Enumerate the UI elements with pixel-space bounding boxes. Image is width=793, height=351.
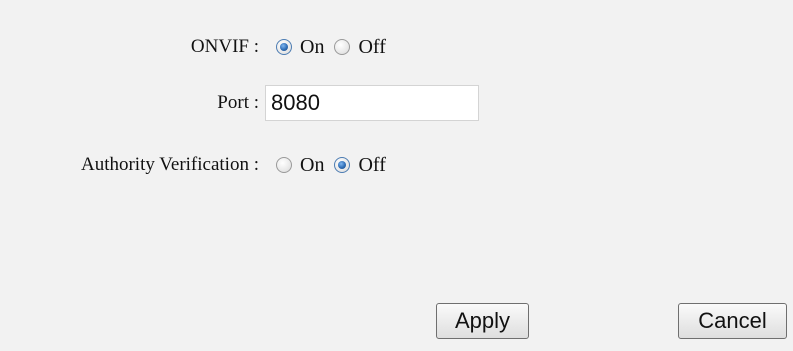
- authority-off-label[interactable]: Off: [358, 154, 385, 177]
- authority-off-radio[interactable]: [334, 157, 351, 173]
- authority-verification-options: On Off: [276, 154, 396, 177]
- radio-selected-dot-icon: [338, 161, 347, 169]
- authority-verification-row: Authority Verification : On Off: [0, 147, 386, 183]
- port-label: Port :: [217, 92, 259, 113]
- cancel-button[interactable]: Cancel: [678, 303, 787, 339]
- port-input[interactable]: 8080: [265, 85, 479, 121]
- onvif-label: ONVIF :: [190, 36, 259, 57]
- radio-selected-dot-icon: [280, 43, 288, 51]
- authority-on-label[interactable]: On: [300, 154, 324, 177]
- port-row: Port : 8080: [0, 85, 479, 121]
- onvif-row: ONVIF : On Off: [0, 29, 386, 65]
- onvif-off-radio[interactable]: [334, 39, 351, 55]
- onvif-on-label[interactable]: On: [300, 36, 324, 59]
- onvif-on-radio[interactable]: [276, 39, 292, 55]
- authority-verification-label: Authority Verification :: [80, 154, 259, 175]
- onvif-options: On Off: [276, 36, 396, 59]
- onvif-off-label[interactable]: Off: [358, 36, 385, 59]
- apply-button[interactable]: Apply: [436, 303, 529, 339]
- authority-on-radio[interactable]: [276, 157, 292, 173]
